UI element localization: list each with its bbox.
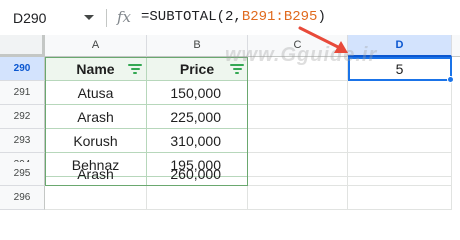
column-header-b[interactable]: B: [147, 35, 248, 57]
column-header-e[interactable]: [452, 35, 460, 57]
formula-suffix: ): [317, 9, 326, 25]
filter-icon[interactable]: [128, 64, 142, 74]
chevron-down-icon[interactable]: [84, 15, 94, 20]
table-cell-price[interactable]: 225,000: [147, 105, 248, 129]
name-box[interactable]: D290: [0, 0, 104, 35]
cell-d295[interactable]: [348, 162, 452, 186]
formula-bar: D290 fx =SUBTOTAL(2,B291:B295): [0, 0, 460, 35]
row-header-291[interactable]: 291: [0, 81, 45, 105]
filter-icon[interactable]: [230, 64, 244, 74]
table-cell-name[interactable]: Korush: [45, 129, 147, 153]
arrow-icon: [298, 26, 348, 53]
cell-c291[interactable]: [248, 81, 348, 105]
table-cell-name[interactable]: Arash: [45, 105, 147, 129]
table-cell-name[interactable]: Arash: [45, 162, 147, 186]
name-box-value[interactable]: D290: [13, 10, 46, 26]
row-header-295[interactable]: 295: [0, 162, 45, 186]
cell-c290[interactable]: [248, 57, 348, 81]
row-header-296[interactable]: 296: [0, 186, 45, 210]
row-header-290[interactable]: 290: [0, 57, 45, 81]
formula-prefix: =SUBTOTAL(2,: [141, 9, 242, 25]
formula-input[interactable]: =SUBTOTAL(2,B291:B295): [141, 9, 326, 25]
fx-icon: fx: [117, 8, 132, 26]
cell-d296[interactable]: [348, 186, 452, 210]
column-header-d[interactable]: D: [348, 35, 452, 57]
table-cell-name[interactable]: Atusa: [45, 81, 147, 105]
select-all-corner[interactable]: [0, 35, 45, 57]
cell-c295[interactable]: [248, 162, 348, 186]
formula-bar-divider: [106, 9, 107, 27]
table-header-name-label: Name: [76, 61, 115, 77]
cell-d292[interactable]: [348, 105, 452, 129]
cell-d291[interactable]: [348, 81, 452, 105]
cell-c293[interactable]: [248, 129, 348, 153]
cell-d293[interactable]: [348, 129, 452, 153]
cell-d290-result[interactable]: 5: [348, 57, 452, 81]
cell-c296[interactable]: [248, 186, 348, 210]
cell-a296[interactable]: [45, 186, 147, 210]
row-header-293[interactable]: 293: [0, 129, 45, 153]
table-cell-price[interactable]: 310,000: [147, 129, 248, 153]
column-header-a[interactable]: A: [45, 35, 147, 57]
formula-range: B291:B295: [241, 9, 318, 25]
table-cell-price[interactable]: 260,000: [147, 162, 248, 186]
cell-b296[interactable]: [147, 186, 248, 210]
cell-c292[interactable]: [248, 105, 348, 129]
table-header-price-label: Price: [179, 61, 215, 77]
row-header-292[interactable]: 292: [0, 105, 45, 129]
table-cell-price[interactable]: 150,000: [147, 81, 248, 105]
fill-handle[interactable]: [447, 76, 454, 83]
